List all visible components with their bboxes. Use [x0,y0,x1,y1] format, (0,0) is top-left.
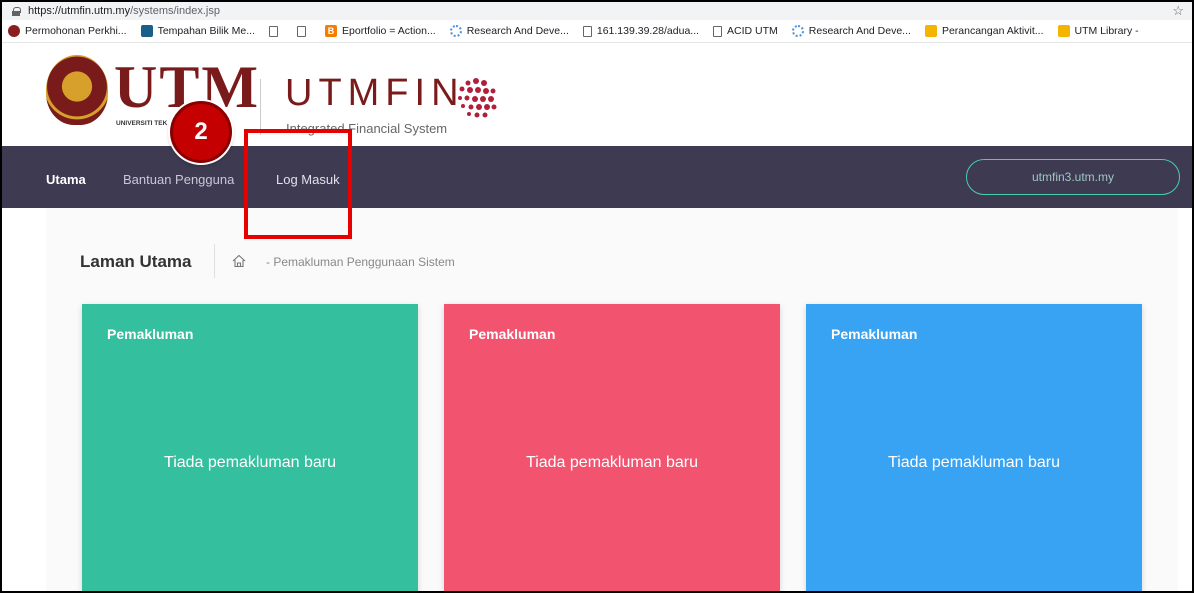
utm-crest-icon [8,25,20,37]
page-title: Laman Utama [80,252,192,271]
blogger-icon: B [325,25,338,37]
card-message: Tiada pemakluman baru [164,454,336,471]
bookmark-label: 161.139.39.28/adua... [596,25,700,37]
breadcrumb: - Pemakluman Penggunaan Sistem [266,255,455,269]
yellow-square-icon [1057,25,1070,37]
spinner-icon [449,25,462,37]
server-link-button[interactable]: utmfin3.utm.my [966,159,1180,195]
trello-icon [140,25,153,37]
nav-item-utama[interactable]: Utama [46,172,86,187]
bookmark-label: ACID UTM [727,25,778,37]
lock-icon [12,6,21,16]
bookmark-item[interactable]: Research And Deve... [449,25,569,37]
bookmark-label: Research And Deve... [808,25,911,37]
address-bar[interactable]: https://utmfin.utm.my/systems/index.jsp … [2,2,1192,20]
card-title: Pemakluman [107,326,194,342]
bookmark-label: Research And Deve... [466,25,569,37]
title-divider [214,244,215,278]
url-path: /systems/index.jsp [130,5,220,17]
utmfin-logo-text: UTMFIN [285,72,465,114]
page-icon [582,25,592,37]
bookmark-item[interactable]: ACID UTM [713,25,778,37]
bookmark-item[interactable]: Permohonan Perkhi... [8,25,127,37]
bookmark-item[interactable] [269,25,283,37]
nav-item-bantuan-pengguna[interactable]: Bantuan Pengguna [123,172,234,187]
bookmark-item[interactable]: 161.139.39.28/adua... [582,25,700,37]
browser-window: https://utmfin.utm.my/systems/index.jsp … [0,0,1194,593]
bookmark-item[interactable]: Research And Deve... [791,25,911,37]
page-icon [297,25,307,37]
bookmark-label: Eportfolio = Action... [342,25,436,37]
step-number-badge: 2 [170,101,232,163]
card-message: Tiada pemakluman baru [888,454,1060,471]
utmfin-dots-icon [458,78,497,118]
header-divider [260,79,261,135]
notice-card: Pemakluman Tiada pemakluman baru [82,304,418,591]
bookmark-item[interactable] [297,25,311,37]
content-panel: Laman Utama - Pemakluman Penggunaan Sist… [46,208,1178,591]
spinner-icon [791,25,804,37]
page-icon [713,25,723,37]
bookmark-label: Tempahan Bilik Me... [157,25,256,37]
bookmark-label: Perancangan Aktivit... [941,25,1044,37]
utm-subtitle: UNIVERSITI TEK [116,120,168,127]
bookmark-item[interactable]: Tempahan Bilik Me... [140,25,256,37]
card-message: Tiada pemakluman baru [526,454,698,471]
step-highlight-box [244,129,352,239]
yellow-square-icon [924,25,937,37]
bookmark-label: Permohonan Perkhi... [25,25,127,37]
bookmark-item[interactable]: UTM Library - [1057,25,1139,37]
utm-crest-logo [46,55,108,125]
notice-card: Pemakluman Tiada pemakluman baru [444,304,780,591]
home-icon[interactable] [232,254,246,268]
card-title: Pemakluman [469,326,556,342]
bookmark-star-icon[interactable]: ☆ [1172,3,1184,19]
notice-card: Pemakluman Tiada pemakluman baru [806,304,1142,591]
main-content: Laman Utama - Pemakluman Penggunaan Sist… [46,208,1178,591]
url-host: https://utmfin.utm.my [28,5,131,17]
bookmark-label: UTM Library - [1074,25,1139,37]
bookmarks-bar: Permohonan Perkhi... Tempahan Bilik Me..… [2,20,1192,43]
bookmark-item[interactable]: Perancangan Aktivit... [924,25,1044,37]
bookmark-item[interactable]: B Eportfolio = Action... [325,25,436,37]
card-title: Pemakluman [831,326,918,342]
page-icon [269,25,279,37]
